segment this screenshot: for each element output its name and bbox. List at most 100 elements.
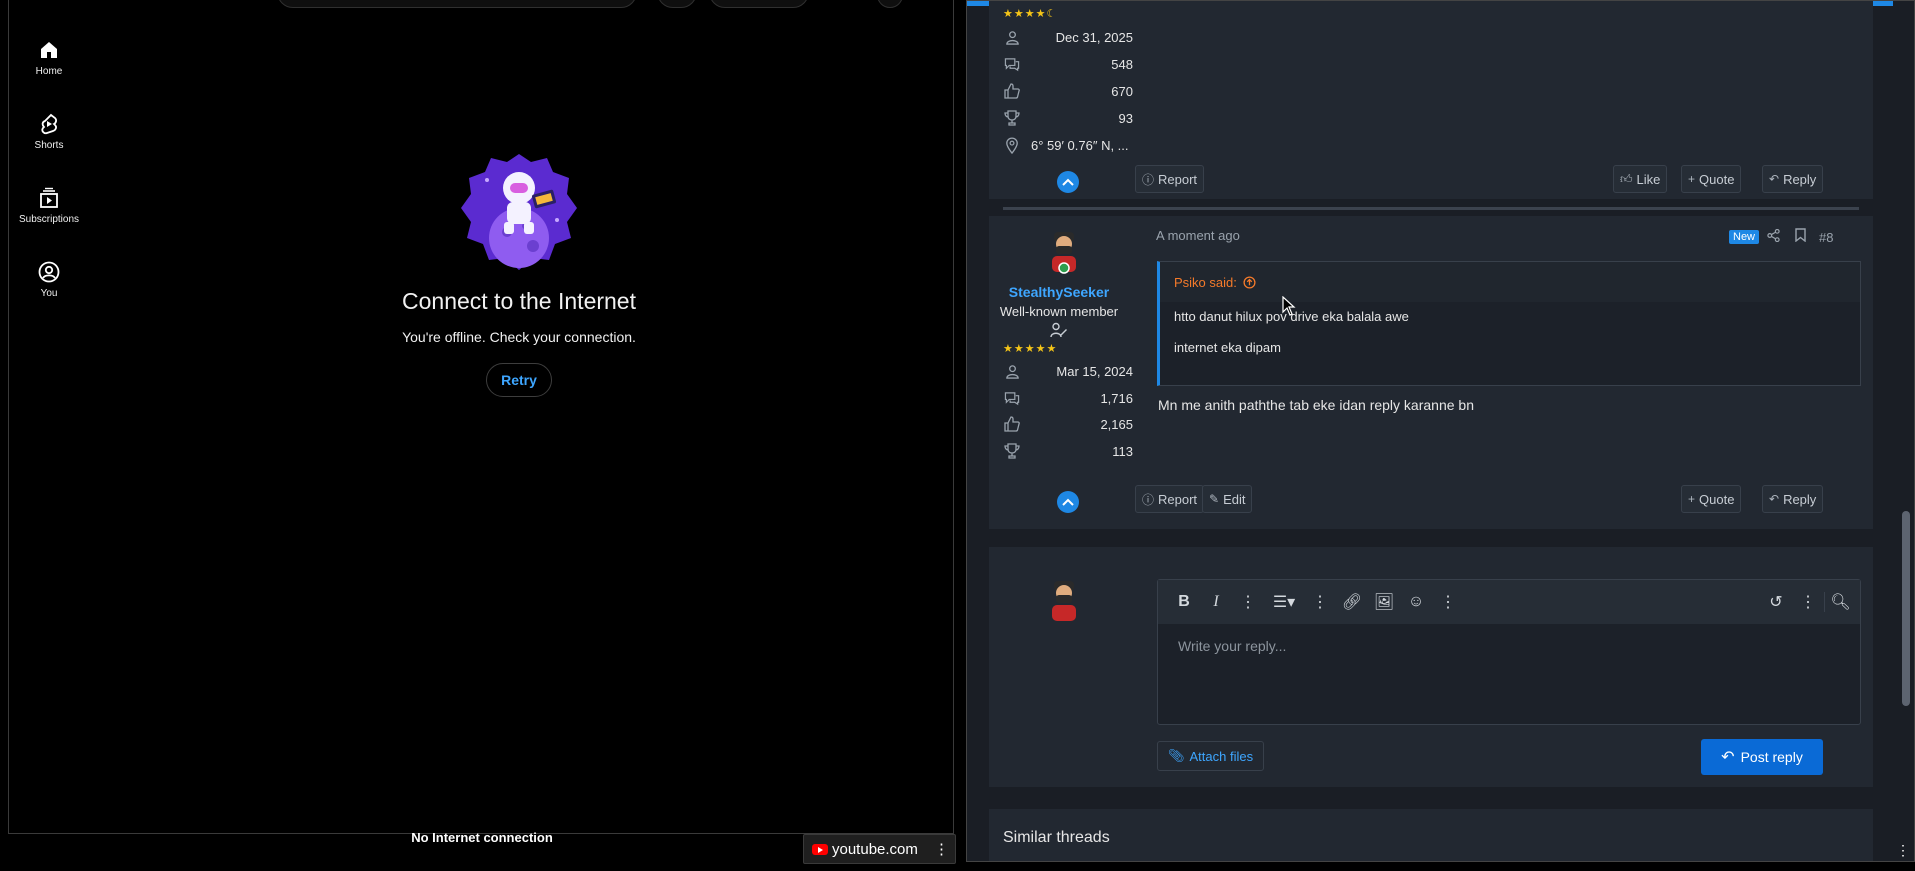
bold-icon[interactable]: B	[1168, 593, 1200, 611]
retry-button[interactable]: Retry	[486, 363, 552, 397]
reply-icon: ↶	[1769, 492, 1780, 506]
report-label: Report	[1158, 491, 1198, 507]
report-button[interactable]: ⓘ Report	[1135, 485, 1205, 513]
reactions-count: 670	[1111, 83, 1133, 99]
post-reply-label: Post reply	[1740, 749, 1803, 765]
italic-icon[interactable]: I	[1200, 593, 1232, 611]
post-reply-button[interactable]: ↶ Post reply	[1701, 739, 1823, 775]
more-options-icon[interactable]: ⋮	[934, 840, 949, 858]
messages-row: 1,716	[1003, 387, 1133, 409]
image-icon[interactable]: 🖼︎	[1368, 592, 1400, 612]
post-divider	[1003, 207, 1859, 210]
like-label: Like	[1636, 171, 1661, 187]
quote-text-line: htto danut hilux pov drive eka balala aw…	[1174, 309, 1409, 324]
edit-icon: ✎	[1209, 492, 1220, 506]
share-icon[interactable]	[1767, 228, 1780, 245]
post-body: Mn me anith paththe tab eke idan reply k…	[1158, 397, 1474, 413]
rating-stars: ★★★★★	[1003, 343, 1058, 355]
reply-textarea[interactable]: Write your reply...	[1158, 624, 1860, 668]
quote-label: Quote	[1699, 171, 1735, 187]
home-icon	[41, 42, 57, 58]
sidebar-item-label: You	[40, 288, 58, 299]
report-icon: ⓘ	[1142, 172, 1155, 187]
quote-header[interactable]: Psiko said:	[1160, 262, 1860, 302]
editor-toolbar: B I ⋮ ☰▾ ⋮ 🔗︎ 🖼︎ ☺ ⋮ ↺ ⋮ 🔍︎	[1158, 580, 1860, 624]
youtube-sidebar: Home Shorts Subscriptions You	[9, 30, 89, 326]
avatar[interactable]	[877, 0, 903, 8]
more-paragraph-options-icon[interactable]: ⋮	[1304, 592, 1336, 612]
reply-button[interactable]: ↶ Reply	[1762, 165, 1824, 193]
thumbs-up-icon	[1003, 82, 1021, 100]
voice-search-button[interactable]	[657, 0, 697, 8]
trophy-icon	[1003, 442, 1021, 460]
offline-title: Connect to the Internet	[402, 288, 636, 314]
user-icon	[1003, 28, 1021, 46]
tab-chip-label: youtube.com	[832, 840, 918, 858]
user-avatar[interactable]	[1044, 228, 1084, 274]
quote-button[interactable]: + Quote	[1681, 165, 1742, 193]
joined-date: Dec 31, 2025	[1055, 29, 1133, 45]
offline-description: You're offline. Check your connection.	[402, 329, 636, 345]
reply-button[interactable]: ↶ Reply	[1762, 485, 1824, 513]
scrollbar-thumb[interactable]	[1902, 511, 1910, 706]
astronaut-illustration	[461, 154, 577, 270]
scroll-up-button[interactable]	[1057, 171, 1079, 193]
joined-date: Mar 15, 2024	[1056, 363, 1133, 379]
search-box[interactable]	[277, 0, 637, 8]
quote-text-line: internet eka dipam	[1174, 340, 1281, 355]
post-number-link[interactable]: #8	[1819, 230, 1833, 245]
sidebar-item-home[interactable]: Home	[9, 30, 89, 104]
preview-icon[interactable]: 🔍︎	[1824, 592, 1856, 612]
messages-count: 1,716	[1100, 390, 1133, 406]
sidebar-item-label: Home	[35, 66, 63, 77]
more-insert-options-icon[interactable]: ⋮	[1432, 592, 1464, 612]
attach-files-button[interactable]: 📎︎ Attach files	[1157, 741, 1265, 771]
create-button[interactable]	[709, 0, 809, 8]
more-options-icon[interactable]: ⋮	[1896, 842, 1910, 859]
thumbs-up-icon	[1003, 415, 1021, 433]
similar-threads-title: Similar threads	[1003, 829, 1110, 846]
forum-post: StealthySeeker Well-known member ★★★★★ M…	[989, 216, 1873, 529]
sidebar-item-shorts[interactable]: Shorts	[9, 104, 89, 178]
paperclip-icon: 📎︎	[1168, 748, 1185, 763]
link-icon[interactable]: 🔗︎	[1336, 592, 1368, 612]
bookmark-icon[interactable]	[1795, 228, 1806, 245]
reply-icon: ↶	[1721, 749, 1735, 766]
subscriptions-icon	[40, 187, 58, 208]
scroll-up-button[interactable]	[1057, 491, 1079, 513]
forum-window: ★★★★☾ Dec 31, 2025 548 670 93 6° 59′ 0.7…	[966, 0, 1915, 862]
sidebar-item-label: Subscriptions	[18, 214, 80, 225]
report-button[interactable]: ⓘ Report	[1135, 165, 1205, 193]
scrollbar[interactable]	[1896, 1, 1914, 861]
list-icon[interactable]: ☰▾	[1264, 592, 1304, 612]
quote-author: Psiko said:	[1174, 274, 1237, 290]
post-timestamp[interactable]: A moment ago	[1156, 228, 1240, 243]
username-link[interactable]: StealthySeeker	[989, 284, 1129, 300]
you-icon	[38, 261, 60, 283]
reply-icon: ↶	[1769, 172, 1780, 186]
points-count: 113	[1112, 443, 1133, 459]
more-options-icon[interactable]: ⋮	[1792, 592, 1824, 612]
messages-icon	[1003, 389, 1021, 407]
user-icon	[1003, 362, 1021, 380]
arrow-up-circle-icon[interactable]	[1243, 275, 1256, 289]
undo-icon[interactable]: ↺	[1760, 592, 1792, 612]
edit-button[interactable]: ✎ Edit	[1202, 485, 1253, 513]
chevron-up-icon	[1062, 178, 1074, 186]
sidebar-item-you[interactable]: You	[9, 252, 89, 326]
rating-stars: ★★★★☾	[1003, 8, 1058, 20]
quote-button[interactable]: + Quote	[1681, 485, 1742, 513]
more-text-options-icon[interactable]: ⋮	[1232, 592, 1264, 612]
youtube-tab-chip[interactable]: youtube.com ⋮	[803, 834, 956, 864]
user-edit-icon	[1050, 322, 1067, 338]
new-badge: New	[1729, 230, 1760, 244]
like-button[interactable]: 👍︎ Like	[1613, 165, 1668, 193]
messages-row: 548	[1003, 53, 1133, 75]
emoji-icon[interactable]: ☺	[1400, 593, 1432, 611]
location-pin-icon	[1003, 136, 1021, 154]
points-row: 113	[1003, 440, 1133, 462]
sidebar-item-label: Shorts	[34, 140, 64, 151]
reply-label: Reply	[1783, 491, 1817, 507]
sidebar-item-subscriptions[interactable]: Subscriptions	[9, 178, 89, 252]
youtube-topbar	[9, 0, 953, 10]
